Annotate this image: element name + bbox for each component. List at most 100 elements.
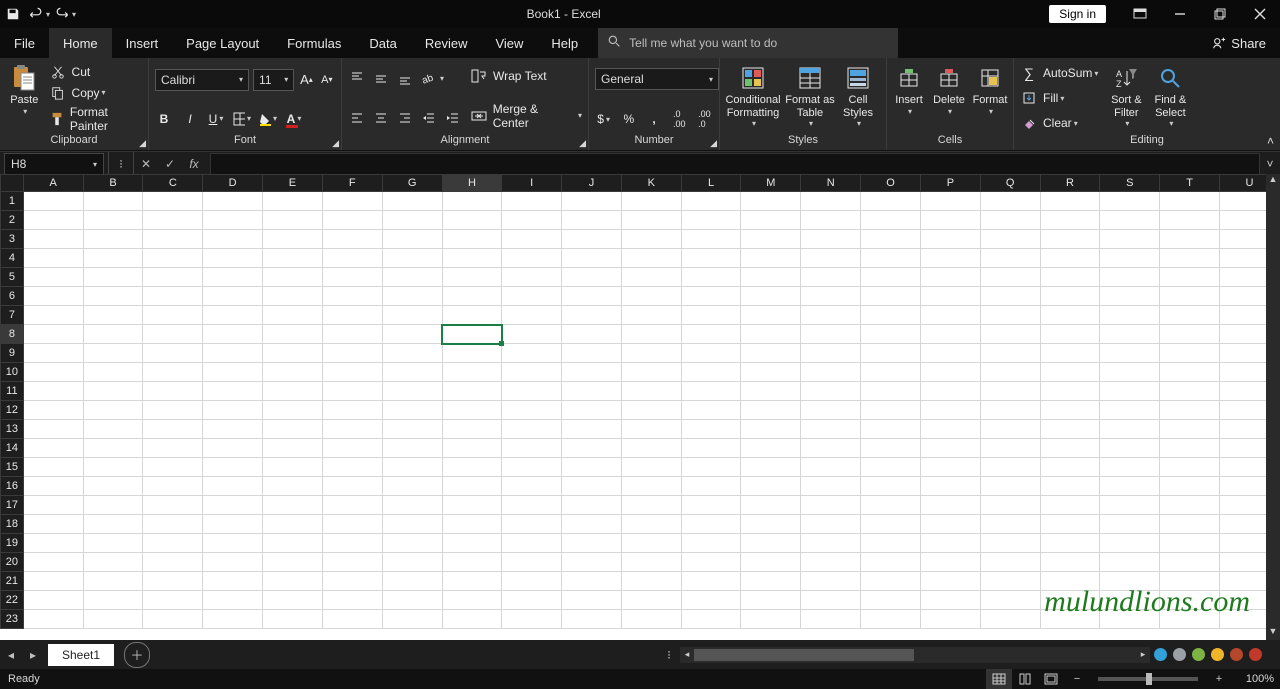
row-header[interactable]: 13 xyxy=(1,420,24,439)
copy-button[interactable]: Copy▾ xyxy=(49,84,142,102)
cell[interactable] xyxy=(621,211,681,230)
cell[interactable] xyxy=(263,496,323,515)
cell[interactable] xyxy=(442,553,502,572)
cell[interactable] xyxy=(861,439,921,458)
decrease-indent-icon[interactable] xyxy=(420,109,438,127)
cell[interactable] xyxy=(562,363,622,382)
cell[interactable] xyxy=(442,249,502,268)
cell[interactable] xyxy=(263,420,323,439)
cell[interactable] xyxy=(1100,496,1160,515)
page-break-view-icon[interactable] xyxy=(1038,669,1064,689)
cell[interactable] xyxy=(1100,382,1160,401)
row-header[interactable]: 23 xyxy=(1,610,24,629)
cell[interactable] xyxy=(1160,249,1220,268)
decrease-decimal-icon[interactable]: .00.0 xyxy=(696,110,713,128)
cell[interactable] xyxy=(741,610,801,629)
cell[interactable] xyxy=(801,249,861,268)
italic-button[interactable]: I xyxy=(181,110,199,128)
cell[interactable] xyxy=(621,572,681,591)
cell[interactable] xyxy=(203,439,263,458)
cell[interactable] xyxy=(502,477,562,496)
cell[interactable] xyxy=(681,363,741,382)
cell[interactable] xyxy=(23,591,83,610)
cell[interactable] xyxy=(1100,230,1160,249)
cell[interactable] xyxy=(980,496,1040,515)
cell[interactable] xyxy=(442,458,502,477)
cell[interactable] xyxy=(1100,363,1160,382)
cell[interactable] xyxy=(23,401,83,420)
cell[interactable] xyxy=(562,325,622,344)
cell[interactable] xyxy=(263,610,323,629)
comma-format-icon[interactable]: , xyxy=(645,110,662,128)
cell[interactable] xyxy=(1160,306,1220,325)
cell[interactable] xyxy=(203,496,263,515)
cell[interactable] xyxy=(1100,420,1160,439)
cell[interactable] xyxy=(143,534,203,553)
cell[interactable] xyxy=(1040,420,1100,439)
cell[interactable] xyxy=(681,572,741,591)
cell[interactable] xyxy=(143,325,203,344)
expand-formula-bar-icon[interactable]: ˅ xyxy=(1260,157,1280,171)
cell[interactable] xyxy=(562,610,622,629)
cell[interactable] xyxy=(1160,439,1220,458)
align-right-icon[interactable] xyxy=(396,109,414,127)
zoom-out-button[interactable]: − xyxy=(1064,669,1090,689)
cell[interactable] xyxy=(562,458,622,477)
row-header[interactable]: 5 xyxy=(1,268,24,287)
cell[interactable] xyxy=(920,458,980,477)
cell[interactable] xyxy=(203,363,263,382)
cell[interactable] xyxy=(861,458,921,477)
align-center-icon[interactable] xyxy=(372,109,390,127)
cell[interactable] xyxy=(23,610,83,629)
cell[interactable] xyxy=(1100,401,1160,420)
row-header[interactable]: 21 xyxy=(1,572,24,591)
cut-button[interactable]: Cut xyxy=(49,63,142,81)
cell[interactable] xyxy=(203,382,263,401)
cell[interactable] xyxy=(1100,268,1160,287)
cell[interactable] xyxy=(621,230,681,249)
cell[interactable] xyxy=(322,363,382,382)
row-header[interactable]: 2 xyxy=(1,211,24,230)
cell[interactable] xyxy=(980,306,1040,325)
cell[interactable] xyxy=(562,553,622,572)
cell[interactable] xyxy=(801,192,861,211)
cell[interactable] xyxy=(621,306,681,325)
column-header[interactable]: P xyxy=(920,175,980,192)
cell[interactable] xyxy=(23,230,83,249)
format-cells-button[interactable]: Format▾ xyxy=(969,62,1011,134)
clipboard-launcher[interactable]: ◢ xyxy=(139,138,146,149)
conditional-formatting-button[interactable]: Conditional Formatting▾ xyxy=(722,62,784,134)
cell[interactable] xyxy=(681,553,741,572)
cell[interactable] xyxy=(23,420,83,439)
cell[interactable] xyxy=(861,401,921,420)
cell[interactable] xyxy=(980,439,1040,458)
wrap-text-button[interactable]: Wrap Text xyxy=(470,67,582,85)
insert-function-icon[interactable]: fx xyxy=(182,152,206,176)
cell[interactable] xyxy=(143,268,203,287)
cell[interactable] xyxy=(741,496,801,515)
cell[interactable] xyxy=(322,325,382,344)
cell[interactable] xyxy=(562,211,622,230)
cell[interactable] xyxy=(23,515,83,534)
cell[interactable] xyxy=(741,534,801,553)
cell[interactable] xyxy=(861,268,921,287)
cell[interactable] xyxy=(442,382,502,401)
cell[interactable] xyxy=(83,420,143,439)
cell[interactable] xyxy=(920,401,980,420)
orientation-icon[interactable]: ab▾ xyxy=(420,69,444,87)
cell[interactable] xyxy=(980,553,1040,572)
cell[interactable] xyxy=(83,382,143,401)
cell[interactable] xyxy=(562,306,622,325)
cell[interactable] xyxy=(801,439,861,458)
cell[interactable] xyxy=(83,211,143,230)
align-bottom-icon[interactable] xyxy=(396,69,414,87)
cell[interactable] xyxy=(23,534,83,553)
cell[interactable] xyxy=(920,591,980,610)
cell[interactable] xyxy=(681,534,741,553)
cell[interactable] xyxy=(382,420,442,439)
cell[interactable] xyxy=(801,553,861,572)
cell[interactable] xyxy=(681,325,741,344)
cell[interactable] xyxy=(741,439,801,458)
cell[interactable] xyxy=(263,458,323,477)
bold-button[interactable]: B xyxy=(155,110,173,128)
